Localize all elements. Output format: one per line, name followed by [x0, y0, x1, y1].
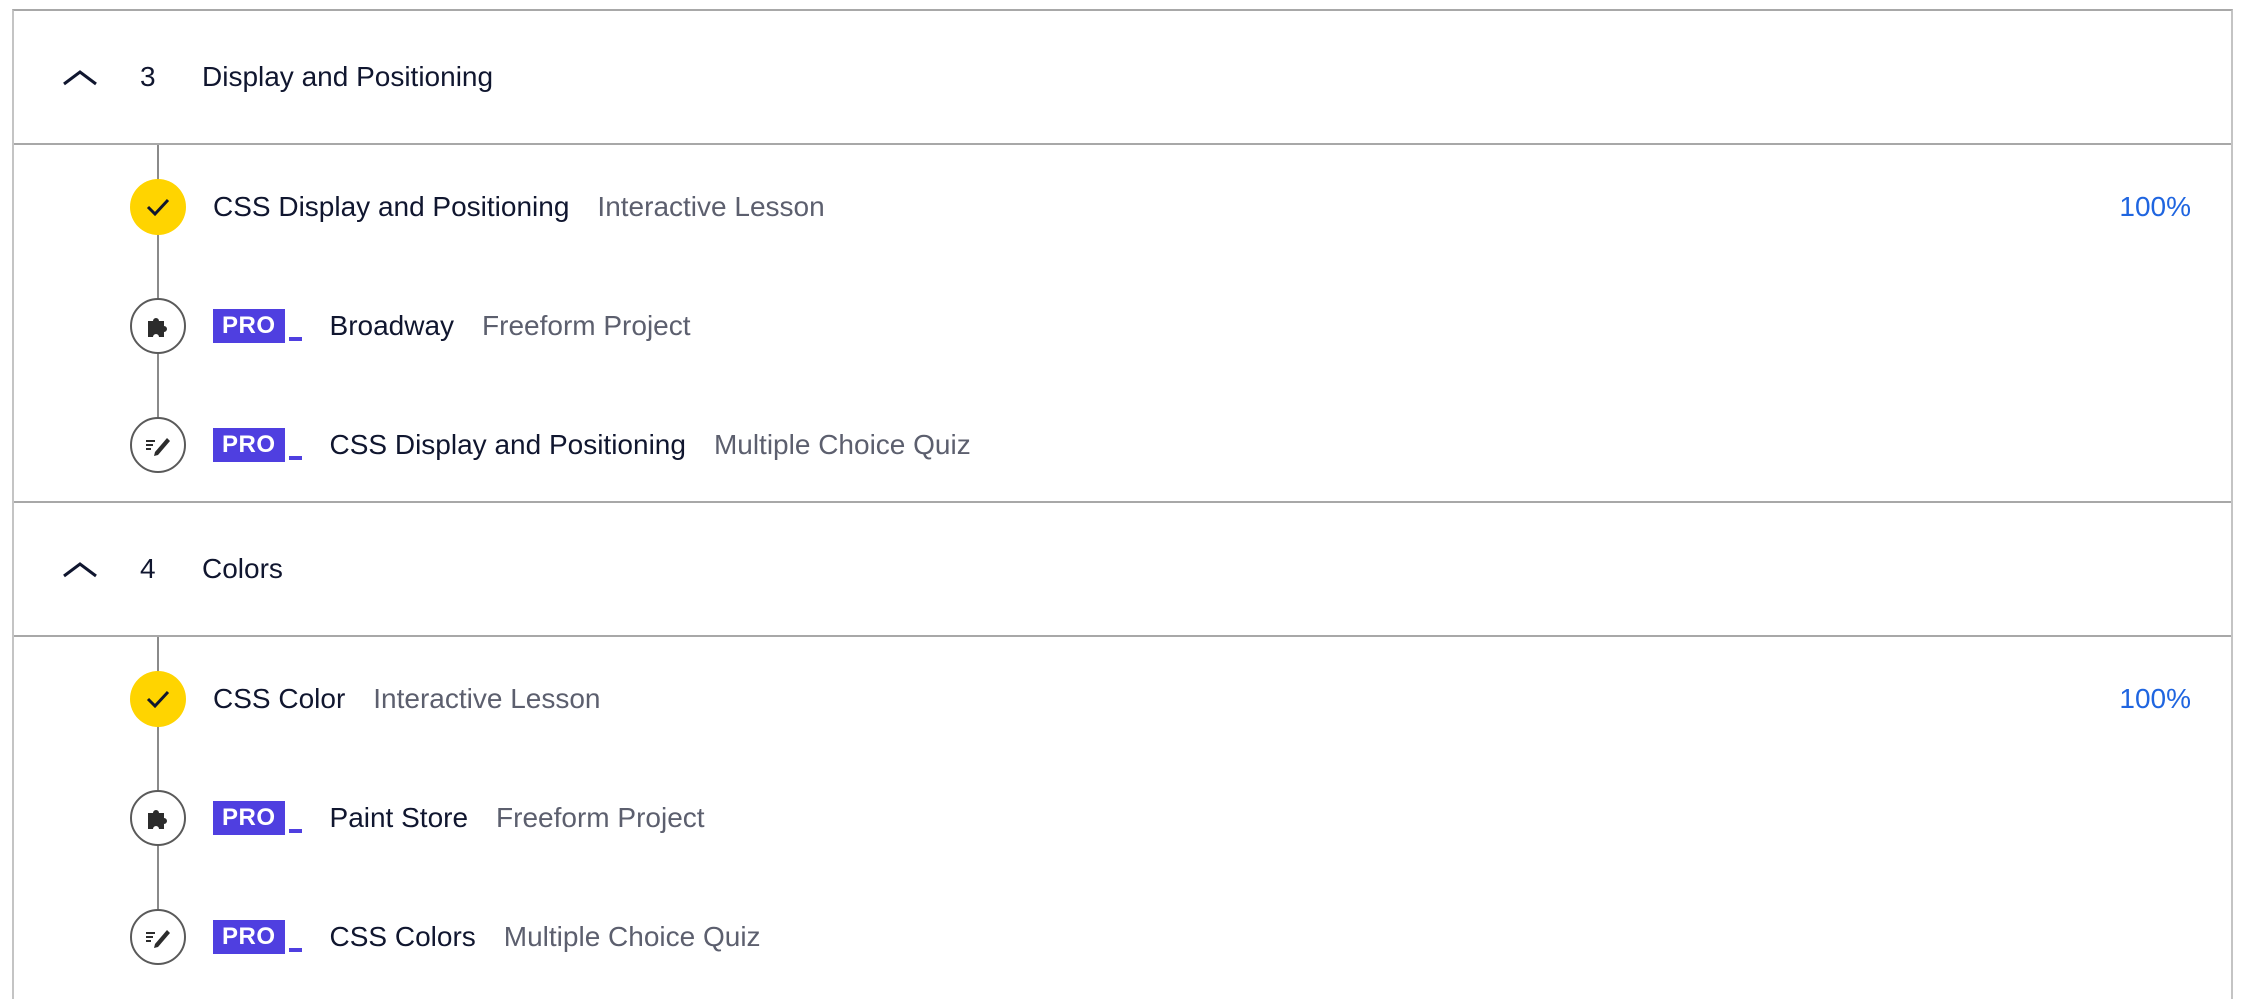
pro-label: PRO — [213, 309, 285, 343]
pro-badge: PRO — [213, 428, 302, 462]
module-number: 4 — [140, 553, 156, 584]
module-items-3: CSS Display and Positioning Interactive … — [14, 145, 2231, 503]
syllabus-list: 3 Display and Positioning CSS Display an… — [12, 9, 2233, 999]
list-item[interactable]: PRO Paint Store Freeform Project — [14, 788, 2231, 848]
module-title: Display and Positioning — [202, 61, 494, 92]
pro-cursor — [288, 456, 302, 460]
pro-badge: PRO — [213, 309, 302, 343]
item-title[interactable]: Broadway — [330, 310, 455, 342]
module-title: Colors — [202, 553, 283, 584]
item-type: Interactive Lesson — [373, 683, 601, 714]
module-number: 3 — [140, 61, 156, 92]
item-type: Multiple Choice Quiz — [713, 429, 971, 460]
item-title[interactable]: CSS Display and Positioning — [330, 429, 686, 461]
progress-percent: 100% — [2119, 191, 2191, 222]
list-item[interactable]: PRO CSS Display and Positioning Multiple… — [14, 415, 2231, 475]
pro-cursor — [288, 948, 302, 952]
item-type: Freeform Project — [496, 802, 705, 833]
item-type: Freeform Project — [482, 310, 691, 341]
pro-cursor — [288, 337, 302, 341]
progress-percent: 100% — [2119, 683, 2191, 714]
item-title[interactable]: CSS Display and Positioning — [213, 191, 569, 223]
check-icon — [130, 179, 186, 235]
item-title[interactable]: Paint Store — [330, 802, 469, 834]
item-type: Interactive Lesson — [597, 191, 825, 222]
quiz-pencil-icon — [130, 417, 186, 473]
module-items-4: CSS Color Interactive Lesson 100% PRO Pa… — [14, 637, 2231, 995]
pro-cursor — [288, 829, 302, 833]
item-title[interactable]: CSS Colors — [330, 921, 476, 953]
pro-label: PRO — [213, 920, 285, 954]
chevron-up-icon[interactable] — [62, 67, 98, 87]
item-type: Multiple Choice Quiz — [503, 921, 761, 952]
item-title[interactable]: CSS Color — [213, 683, 345, 715]
quiz-pencil-icon — [130, 909, 186, 965]
pro-label: PRO — [213, 801, 285, 835]
pro-badge: PRO — [213, 801, 302, 835]
module-header-4[interactable]: 4 Colors — [14, 503, 2231, 637]
pro-label: PRO — [213, 428, 285, 462]
module-4: 4 Colors CSS Color Interactive Lesson 10… — [14, 503, 2231, 995]
module-3: 3 Display and Positioning CSS Display an… — [14, 11, 2231, 503]
puzzle-icon — [130, 790, 186, 846]
chevron-up-icon[interactable] — [62, 559, 98, 579]
list-item[interactable]: CSS Color Interactive Lesson 100% — [14, 669, 2231, 729]
puzzle-icon — [130, 298, 186, 354]
list-item[interactable]: CSS Display and Positioning Interactive … — [14, 177, 2231, 237]
check-icon — [130, 671, 186, 727]
module-header-3[interactable]: 3 Display and Positioning — [14, 11, 2231, 145]
list-item[interactable]: PRO CSS Colors Multiple Choice Quiz — [14, 907, 2231, 967]
pro-badge: PRO — [213, 920, 302, 954]
list-item[interactable]: PRO Broadway Freeform Project — [14, 296, 2231, 356]
